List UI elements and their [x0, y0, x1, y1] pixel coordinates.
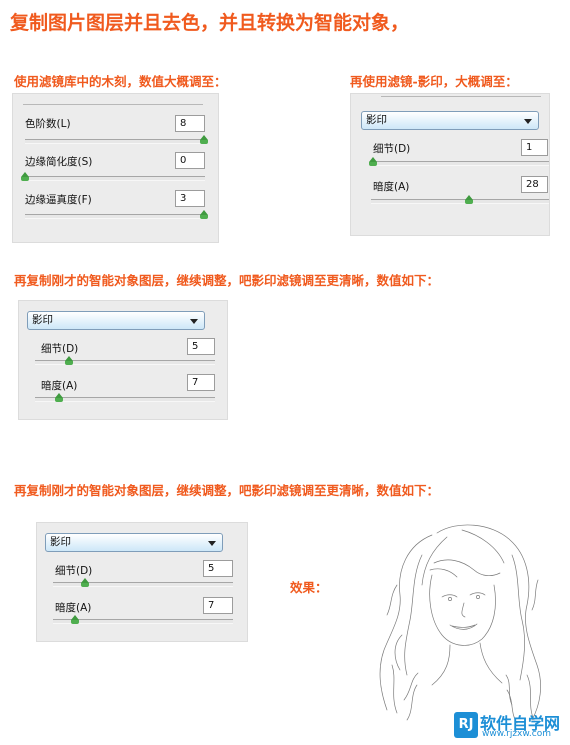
- step4-heading: 再复制刚才的智能对象图层，继续调整，吧影印滤镜调至更清晰，数值如下：: [14, 483, 440, 498]
- fidelity-slider-track[interactable]: [25, 214, 205, 219]
- simplicity-slider-thumb[interactable]: [21, 172, 29, 181]
- simplicity-label: 边缘简化度(S): [25, 156, 93, 168]
- darkness-slider-track[interactable]: [53, 619, 233, 624]
- simplicity-slider-track[interactable]: [25, 176, 205, 181]
- darkness-label: 暗度(A): [41, 380, 78, 392]
- detail-slider-thumb[interactable]: [65, 356, 73, 365]
- detail-label: 细节(D): [373, 143, 411, 155]
- sketch-portrait-image: [379, 524, 541, 724]
- darkness-slider-track[interactable]: [371, 199, 549, 204]
- photocopy-panel-3: 影印 细节(D) 5 暗度(A) 7: [36, 522, 248, 642]
- panel-divider: [23, 104, 203, 105]
- filter-select-value: 影印: [366, 114, 387, 126]
- detail-input[interactable]: 5: [203, 560, 233, 577]
- filter-select[interactable]: 影印: [27, 311, 205, 330]
- main-title: 复制图片图层并且去色，并且转换为智能对象，: [10, 12, 410, 34]
- chevron-down-icon: [190, 319, 198, 324]
- detail-slider-track[interactable]: [35, 360, 215, 365]
- darkness-input[interactable]: 28: [521, 176, 548, 193]
- detail-slider-track[interactable]: [53, 582, 233, 587]
- photocopy-panel-2: 影印 细节(D) 5 暗度(A) 7: [18, 300, 228, 420]
- cutout-panel: 色阶数(L) 8 边缘简化度(S) 0 边缘逼真度(F) 3: [12, 93, 219, 243]
- darkness-input[interactable]: 7: [187, 374, 215, 391]
- fidelity-label: 边缘逼真度(F): [25, 194, 92, 206]
- filter-select-value: 影印: [32, 314, 53, 326]
- step2-heading: 再使用滤镜-影印，大概调至：: [350, 74, 518, 89]
- darkness-input[interactable]: 7: [203, 597, 233, 614]
- filter-select[interactable]: 影印: [361, 111, 539, 130]
- levels-input[interactable]: 8: [175, 115, 205, 132]
- levels-slider-track[interactable]: [25, 139, 205, 144]
- detail-slider-track[interactable]: [371, 161, 549, 166]
- chevron-down-icon: [208, 541, 216, 546]
- simplicity-input[interactable]: 0: [175, 152, 205, 169]
- detail-slider-thumb[interactable]: [369, 157, 377, 166]
- filter-select-value: 影印: [50, 536, 71, 548]
- fidelity-slider-thumb[interactable]: [200, 210, 208, 219]
- panel-divider: [381, 96, 541, 97]
- darkness-slider-thumb[interactable]: [71, 615, 79, 624]
- darkness-label: 暗度(A): [373, 181, 410, 193]
- detail-input[interactable]: 1: [521, 139, 548, 156]
- chevron-down-icon: [524, 119, 532, 124]
- levels-slider-thumb[interactable]: [200, 135, 208, 144]
- effect-label: 效果：: [290, 580, 328, 595]
- darkness-label: 暗度(A): [55, 602, 92, 614]
- site-url: www.rjzxw.com: [482, 729, 551, 739]
- fidelity-input[interactable]: 3: [175, 190, 205, 207]
- detail-input[interactable]: 5: [187, 338, 215, 355]
- photocopy-panel-1: 影印 细节(D) 1 暗度(A) 28: [350, 93, 550, 236]
- detail-label: 细节(D): [41, 343, 79, 355]
- darkness-slider-thumb[interactable]: [55, 393, 63, 402]
- site-watermark: RJ 软件自学网 www.rjzxw.com: [454, 710, 568, 742]
- site-logo-icon: RJ: [454, 712, 478, 738]
- detail-slider-thumb[interactable]: [81, 578, 89, 587]
- step3-heading: 再复制刚才的智能对象图层，继续调整，吧影印滤镜调至更清晰，数值如下：: [14, 273, 440, 288]
- filter-select[interactable]: 影印: [45, 533, 223, 552]
- detail-label: 细节(D): [55, 565, 93, 577]
- darkness-slider-thumb[interactable]: [465, 195, 473, 204]
- levels-label: 色阶数(L): [25, 118, 71, 130]
- step1-heading: 使用滤镜库中的木刻，数值大概调至：: [14, 74, 227, 89]
